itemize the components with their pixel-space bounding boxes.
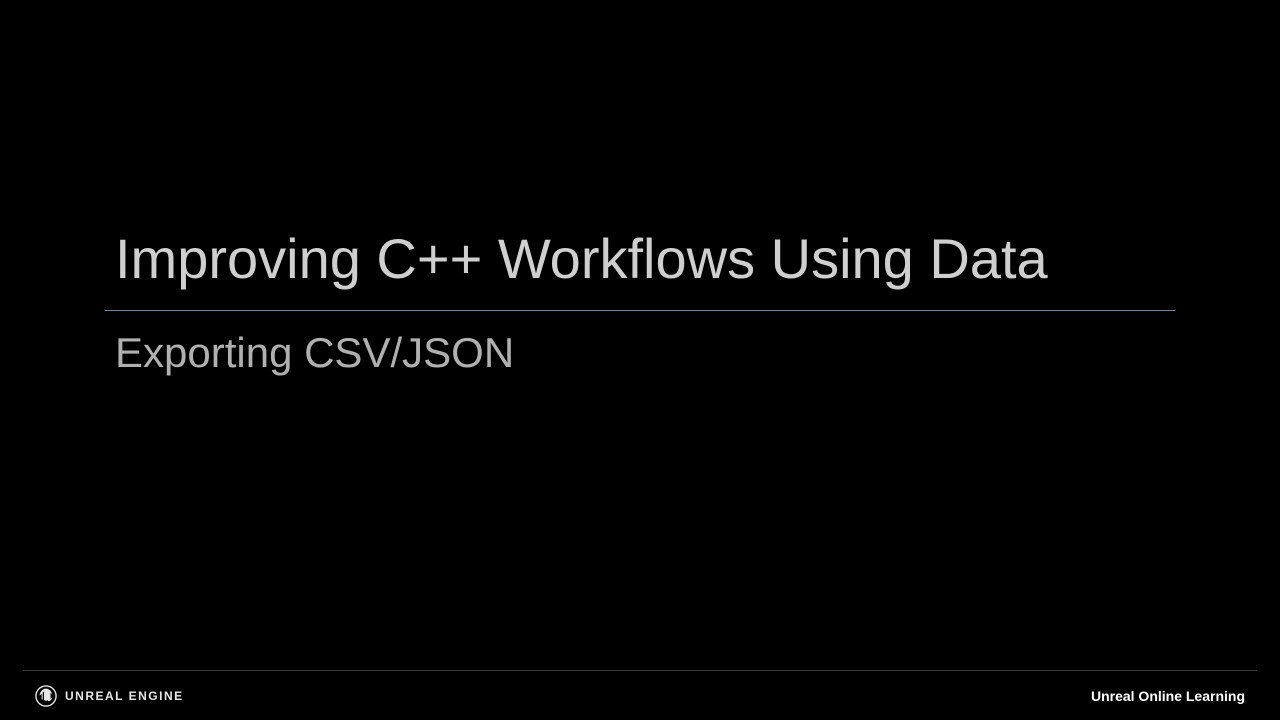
title-divider	[105, 310, 1175, 311]
footer-right-text: Unreal Online Learning	[1091, 688, 1245, 704]
brand-name: UNREAL ENGINE	[65, 689, 184, 703]
brand: UNREAL ENGINE	[35, 685, 184, 707]
slide: Improving C++ Workflows Using Data Expor…	[0, 0, 1280, 720]
unreal-logo-icon	[35, 685, 57, 707]
slide-content: Improving C++ Workflows Using Data Expor…	[105, 225, 1175, 377]
slide-subtitle: Exporting CSV/JSON	[105, 329, 1175, 377]
slide-footer: UNREAL ENGINE Unreal Online Learning	[23, 670, 1257, 720]
slide-title: Improving C++ Workflows Using Data	[105, 225, 1175, 292]
